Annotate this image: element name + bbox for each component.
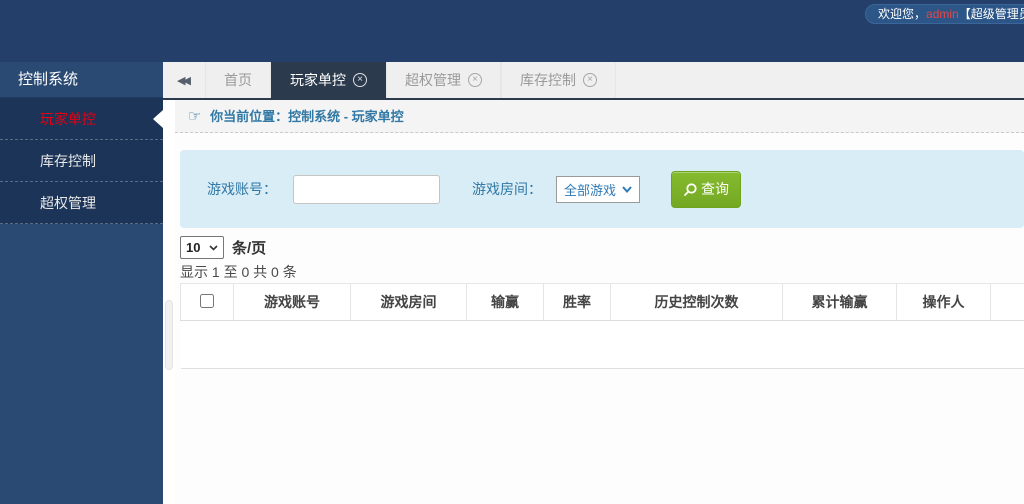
pagesize-value: 10 [186,240,200,255]
sidebar-item-label: 超权管理 [40,195,96,211]
tab-bar: ◀◀ 首页 玩家单控 × 超权管理 × 库存控制 × [163,62,1024,100]
welcome-text: 欢迎您， [878,7,926,21]
close-icon[interactable]: × [583,73,597,87]
tab-label: 超权管理 [405,70,461,90]
select-all-cell [181,284,234,321]
col-header-operator: 操作人 [897,284,991,321]
breadcrumb-text: 你当前位置：控制系统 - 玩家单控 [210,109,404,124]
sidebar-item-label: 玩家单控 [40,111,96,127]
sidebar-item-label: 库存控制 [40,153,96,169]
col-header-total-winloss: 累计输赢 [783,284,897,321]
top-header: 欢迎您，admin【超级管理员】 [0,0,1024,62]
room-select-value: 全部游戏 [564,180,616,199]
pagesize-select[interactable]: 10 [180,236,224,259]
tab-home[interactable]: 首页 [205,62,271,98]
search-button[interactable]: 查询 [671,171,741,208]
scrollbar-thumb[interactable] [165,300,173,370]
chevron-down-icon [622,186,632,193]
select-all-checkbox[interactable] [200,294,214,308]
pagesize-row: 10 条/页 [180,236,266,259]
empty-table-body [181,321,1024,369]
sidebar-menu: 玩家单控 库存控制 超权管理 [0,98,163,224]
active-item-arrow-icon [153,110,163,128]
room-select[interactable]: 全部游戏 [556,176,640,203]
chevron-down-icon [209,245,218,251]
col-header-history-count: 历史控制次数 [611,284,783,321]
tab-label: 库存控制 [520,70,576,90]
col-header-clipped [991,284,1024,321]
tab-label: 首页 [224,70,252,90]
role-label: 【超级管理员】 [959,7,1024,21]
account-label: 游戏账号： [207,179,277,199]
col-header-winloss: 输赢 [467,284,544,321]
main-content: ◀◀ 首页 玩家单控 × 超权管理 × 库存控制 × ☞ 你当前位置：控制系统 … [163,62,1024,504]
col-header-account: 游戏账号 [234,284,351,321]
sidebar: 控制系统 玩家单控 库存控制 超权管理 [0,62,163,504]
search-button-label: 查询 [701,179,729,199]
result-summary: 显示 1 至 0 共 0 条 [180,262,297,282]
close-icon[interactable]: × [468,73,482,87]
username: admin [926,7,959,21]
data-table: 游戏账号 游戏房间 输赢 胜率 历史控制次数 累计输赢 操作人 [180,283,1024,369]
tab-super-admin[interactable]: 超权管理 × [386,62,501,98]
col-header-winrate: 胜率 [544,284,611,321]
pagesize-unit-label: 条/页 [232,237,266,258]
welcome-badge: 欢迎您，admin【超级管理员】 [865,4,1024,24]
close-icon[interactable]: × [353,73,367,87]
tab-player-control[interactable]: 玩家单控 × [271,62,386,98]
tab-inventory-control[interactable]: 库存控制 × [501,62,616,98]
sidebar-item-player-control[interactable]: 玩家单控 [0,98,163,140]
col-header-room: 游戏房间 [351,284,467,321]
magnifier-icon [683,182,698,197]
tab-label: 玩家单控 [290,70,346,90]
collapse-tabs-icon[interactable]: ◀◀ [163,62,205,98]
search-panel: 游戏账号： 游戏房间： 全部游戏 查询 [180,150,1024,228]
account-input[interactable] [293,175,440,204]
sidebar-item-super-admin[interactable]: 超权管理 [0,182,163,224]
sidebar-item-inventory-control[interactable]: 库存控制 [0,140,163,182]
pointing-hand-icon: ☞ [188,108,201,125]
room-label: 游戏房间： [472,179,542,199]
table-header-row: 游戏账号 游戏房间 输赢 胜率 历史控制次数 累计输赢 操作人 [181,284,1024,321]
breadcrumb: ☞ 你当前位置：控制系统 - 玩家单控 [175,100,1024,133]
sidebar-title: 控制系统 [0,62,163,98]
content-scrollbar[interactable] [163,100,175,504]
